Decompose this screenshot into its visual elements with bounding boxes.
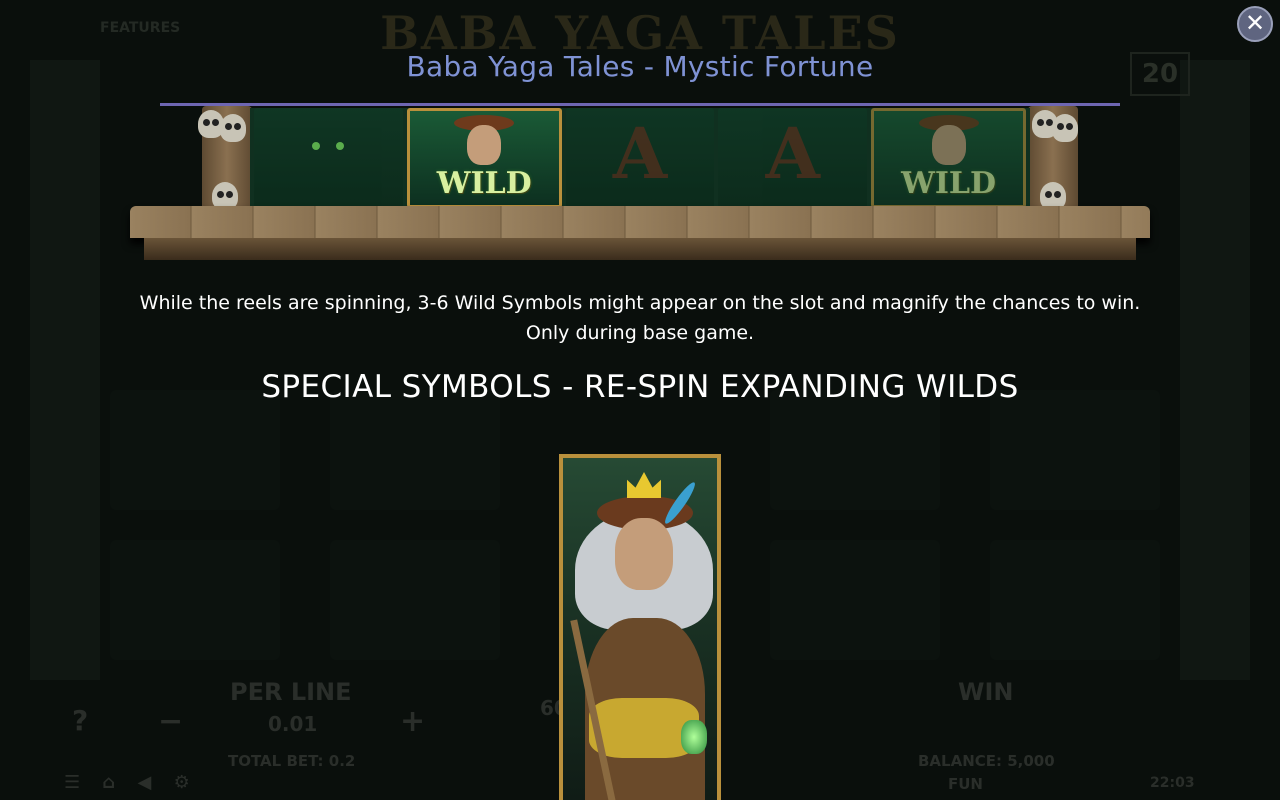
- feature-description: While the reels are spinning, 3-6 Wild S…: [0, 288, 1280, 348]
- letter-a-icon: A: [765, 112, 820, 195]
- crown-icon: [627, 472, 661, 498]
- letter-a-symbol: A: [718, 108, 868, 208]
- section-title: SPECIAL SYMBOLS - RE-SPIN EXPANDING WILD…: [261, 369, 1019, 405]
- letter-a-icon: A: [612, 112, 668, 195]
- baba-yaga-face-icon: [931, 125, 966, 165]
- paytable-overlay: ✕ Baba Yaga Tales - Mystic Fortune WILD …: [0, 0, 1280, 800]
- cat-symbol: [254, 108, 403, 208]
- close-icon[interactable]: ✕: [1237, 6, 1273, 42]
- skull-icon: [220, 114, 246, 142]
- wild-symbol: WILD: [406, 108, 562, 208]
- wild-label: WILD: [901, 166, 996, 201]
- cat-eyes-icon: [312, 142, 345, 150]
- letter-a-symbol: A: [565, 108, 715, 208]
- wild-label: WILD: [436, 166, 532, 201]
- wooden-plank: [130, 206, 1150, 238]
- baba-yaga-expanding-wild-icon: [559, 454, 721, 800]
- wild-symbol: WILD: [871, 108, 1026, 208]
- page-title: Baba Yaga Tales - Mystic Fortune: [406, 50, 874, 83]
- left-pillar: [198, 106, 252, 216]
- skull-icon: [1052, 114, 1078, 142]
- reel-row: WILD A A WILD: [250, 108, 1030, 208]
- potion-orb-icon: [681, 720, 707, 754]
- description-line: Only during base game.: [525, 322, 755, 344]
- right-pillar: [1028, 106, 1078, 216]
- wooden-plank-edge: [144, 238, 1136, 260]
- description-line: While the reels are spinning, 3-6 Wild S…: [139, 292, 1141, 314]
- reel-strip-illustration: WILD A A WILD: [130, 106, 1150, 266]
- baba-yaga-face-icon: [467, 125, 502, 165]
